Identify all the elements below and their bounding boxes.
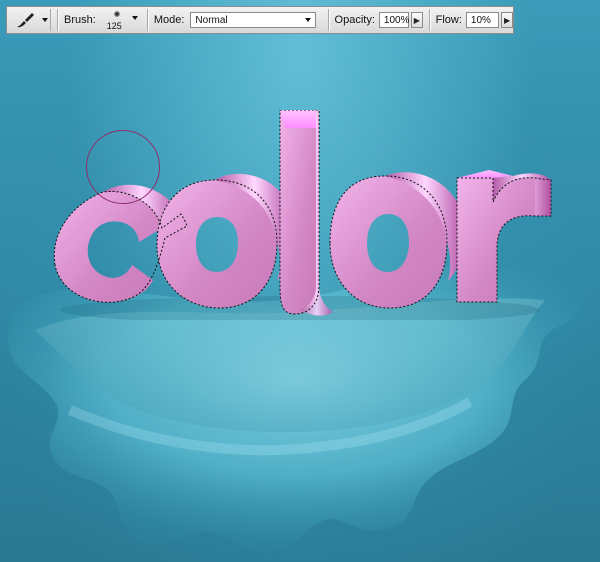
chevron-down-icon <box>131 16 138 20</box>
artwork <box>0 0 600 562</box>
separator <box>146 9 148 31</box>
chevron-down-icon <box>41 18 48 22</box>
chevron-right-icon: ▶ <box>504 15 511 25</box>
flow-stepper[interactable]: ▶ <box>501 12 513 28</box>
separator <box>327 9 329 31</box>
opacity-input[interactable]: 100% <box>378 12 410 28</box>
separator <box>57 9 58 31</box>
tool-preset-picker[interactable] <box>11 9 52 31</box>
mode-value: Normal <box>195 14 228 26</box>
mode-dropdown[interactable]: Normal <box>190 12 316 28</box>
chevron-down-icon <box>304 18 311 22</box>
opacity-label: Opacity: <box>334 14 375 26</box>
flow-value: 10% <box>470 14 491 26</box>
separator <box>428 9 430 31</box>
opacity-stepper[interactable]: ▶ <box>410 12 423 28</box>
flow-label: Flow: <box>435 14 462 26</box>
flow-input[interactable]: 10% <box>465 12 500 28</box>
options-bar: Brush: 125 Mode: Normal Opacity: 100% ▶ … <box>6 6 514 34</box>
brush-tip-icon <box>113 11 120 17</box>
brush-label: Brush: <box>64 14 96 26</box>
chevron-right-icon: ▶ <box>413 15 420 25</box>
brush-size: 125 <box>106 21 122 31</box>
mode-label: Mode: <box>153 14 185 26</box>
brush-icon <box>16 13 34 28</box>
brush-preset-picker[interactable]: 125 <box>104 8 141 32</box>
brush-cursor-circle <box>86 130 160 204</box>
opacity-value: 100% <box>383 14 410 26</box>
